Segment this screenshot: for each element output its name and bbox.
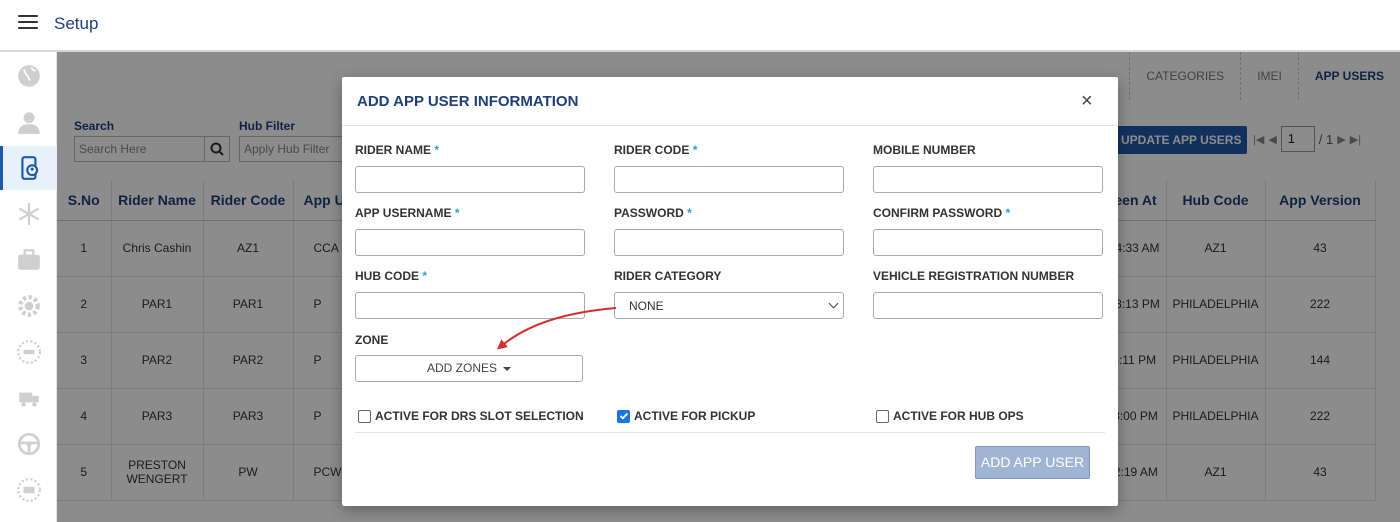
vehicle-registration-label: VEHICLE REGISTRATION NUMBER (873, 269, 1075, 283)
password-label: PASSWORD * (614, 206, 692, 220)
sidebar (0, 52, 57, 522)
modal-title: ADD APP USER INFORMATION (357, 93, 579, 110)
rider-code-input[interactable] (614, 166, 844, 193)
gear-icon[interactable] (0, 284, 57, 328)
app-username-input[interactable] (355, 229, 585, 256)
vehicle-registration-input[interactable] (873, 292, 1103, 319)
app-username-label: APP USERNAME * (355, 206, 460, 220)
pickup-checkbox[interactable]: ACTIVE FOR PICKUP (617, 409, 755, 423)
mobile-user-icon[interactable] (0, 146, 57, 190)
checkbox-unchecked-icon[interactable] (358, 409, 371, 423)
scooter-icon[interactable] (0, 330, 57, 374)
confirm-password-label: CONFIRM PASSWORD * (873, 206, 1011, 220)
top-bar: Setup (0, 0, 1400, 52)
rider-category-select[interactable]: NONE (614, 292, 844, 319)
close-icon[interactable]: × (1081, 91, 1093, 111)
briefcase-icon[interactable] (0, 238, 57, 282)
zone-label: ZONE (355, 333, 389, 347)
user-icon[interactable] (0, 100, 57, 144)
steering-wheel-icon[interactable] (0, 422, 57, 466)
snowflake-icon[interactable] (0, 192, 57, 236)
confirm-password-input[interactable] (873, 229, 1103, 256)
truck-icon[interactable] (0, 376, 57, 420)
add-app-user-modal: ADD APP USER INFORMATION × RIDER NAME * … (342, 77, 1118, 506)
delivery-icon[interactable] (0, 468, 57, 512)
globe-icon[interactable] (0, 54, 57, 98)
checkbox-checked-icon[interactable] (617, 409, 630, 423)
mobile-number-label: MOBILE NUMBER (873, 143, 976, 157)
rider-code-label: RIDER CODE * (614, 143, 698, 157)
rider-name-input[interactable] (355, 166, 585, 193)
hamburger-menu-icon[interactable] (18, 15, 38, 31)
add-app-user-button[interactable]: ADD APP USER (975, 446, 1090, 479)
mobile-number-input[interactable] (873, 166, 1103, 193)
hub-code-input[interactable] (355, 292, 585, 319)
checkbox-unchecked-icon[interactable] (876, 409, 889, 423)
modal-divider (355, 432, 1105, 433)
add-zones-button[interactable]: ADD ZONES (355, 355, 583, 382)
password-input[interactable] (614, 229, 844, 256)
page-title: Setup (54, 14, 99, 33)
hub-ops-checkbox[interactable]: ACTIVE FOR HUB OPS (876, 409, 1024, 423)
drs-slot-checkbox[interactable]: ACTIVE FOR DRS SLOT SELECTION (358, 409, 584, 423)
rider-category-label: RIDER CATEGORY (614, 269, 722, 283)
caret-down-icon (503, 366, 511, 371)
modal-header: ADD APP USER INFORMATION × (342, 77, 1118, 126)
hub-code-label: HUB CODE * (355, 269, 428, 283)
rider-name-label: RIDER NAME * (355, 143, 440, 157)
